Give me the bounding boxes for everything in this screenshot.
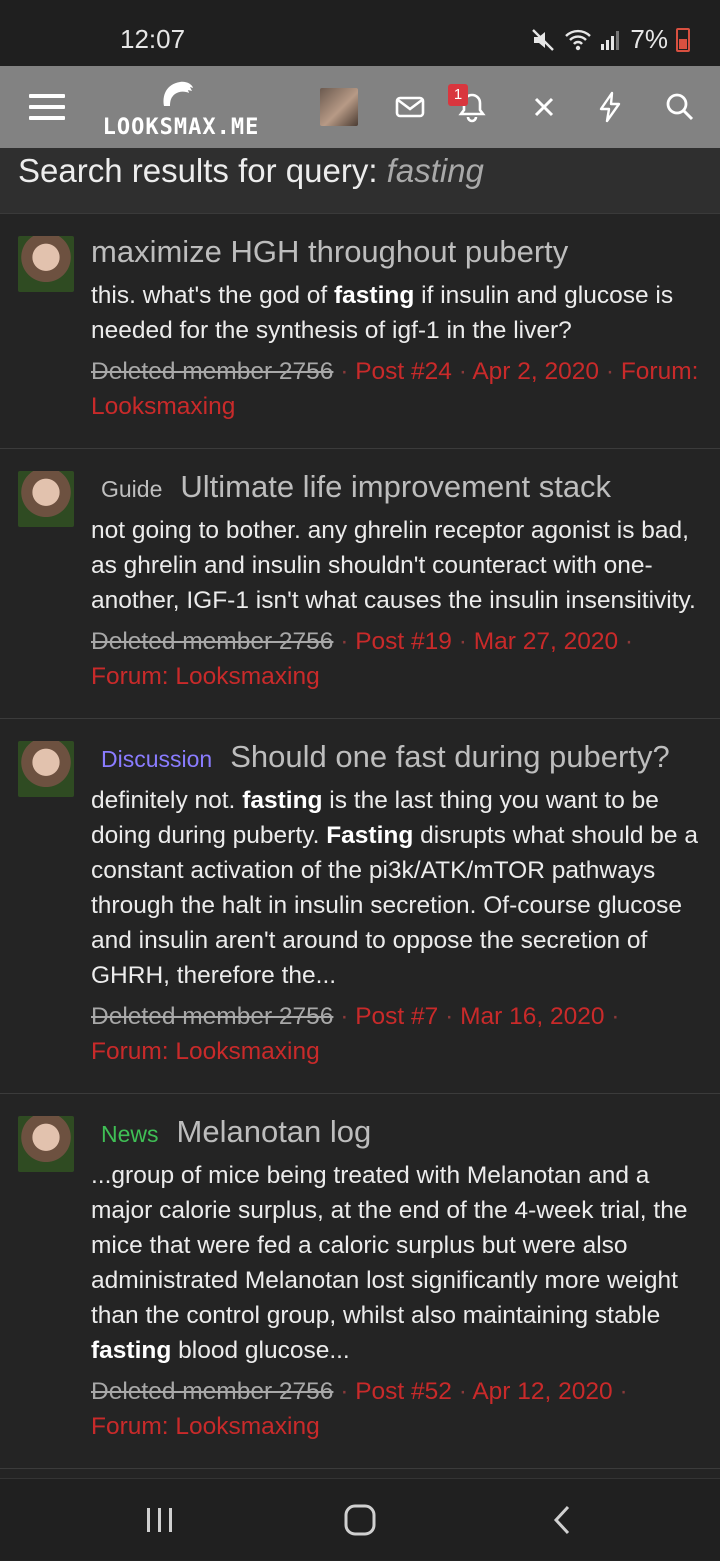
author-avatar[interactable] xyxy=(18,471,74,527)
result-meta: Deleted member 2756 · Post #7 · Mar 16, … xyxy=(91,999,702,1069)
mail-icon[interactable] xyxy=(390,66,430,148)
meta-separator: · xyxy=(333,1378,356,1405)
post-number-link[interactable]: Post #52 xyxy=(355,1378,452,1405)
app-bar: LOOKSMAX.ME 1 xyxy=(0,66,720,148)
meta-separator: · xyxy=(333,358,356,385)
search-icon[interactable] xyxy=(660,66,700,148)
notification-badge: 1 xyxy=(448,84,468,106)
post-date[interactable]: Apr 2, 2020 xyxy=(472,358,599,385)
battery-icon xyxy=(676,27,690,52)
wifi-icon xyxy=(564,28,592,52)
logo-hair-icon xyxy=(163,81,193,106)
logo-text: LOOKSMAX.ME xyxy=(102,115,260,140)
result-title-row: maximize HGH throughout puberty xyxy=(91,234,702,272)
author-name[interactable]: Deleted member 2756 xyxy=(91,628,333,655)
snippet-text: not going to bother. any ghrelin recepto… xyxy=(91,517,696,614)
result-snippet: ...group of mice being treated with Mela… xyxy=(91,1158,702,1368)
snippet-highlight: Fasting xyxy=(326,822,414,849)
author-avatar[interactable] xyxy=(18,741,74,797)
thread-prefix-label[interactable]: Discussion xyxy=(101,746,212,773)
search-result-item[interactable]: maximize HGH throughout puberty this. wha… xyxy=(0,214,720,449)
result-meta: Deleted member 2756 · Post #52 · Apr 12,… xyxy=(91,1374,702,1444)
bell-icon[interactable] xyxy=(450,66,494,148)
site-logo[interactable]: LOOKSMAX.ME xyxy=(96,76,266,140)
snippet-text: blood glucose... xyxy=(171,1337,350,1364)
system-nav-bar xyxy=(0,1478,720,1560)
thread-title-link[interactable]: maximize HGH throughout puberty xyxy=(91,234,568,270)
signal-icon xyxy=(600,29,622,51)
search-result-item[interactable]: Discussion Should one fast during puberty… xyxy=(0,719,720,1094)
author-avatar[interactable] xyxy=(18,1116,74,1172)
result-meta: Deleted member 2756 · Post #19 · Mar 27,… xyxy=(91,624,702,694)
search-query: fasting xyxy=(386,152,484,189)
result-title-row: Guide Ultimate life improvement stack xyxy=(91,469,702,507)
menu-icon[interactable] xyxy=(22,66,72,148)
back-icon[interactable] xyxy=(532,1479,592,1561)
snippet-text: definitely not. xyxy=(91,787,243,814)
result-title-row: Discussion Should one fast during puberty… xyxy=(91,739,702,777)
meta-separator: · xyxy=(451,628,474,655)
status-bar: 12:07 7% xyxy=(0,0,720,66)
forum-link[interactable]: Forum: Looksmaxing xyxy=(91,1038,320,1065)
post-number-link[interactable]: Post #7 xyxy=(355,1003,438,1030)
snippet-highlight: fasting xyxy=(242,787,323,814)
snippet-highlight: fasting xyxy=(91,1337,172,1364)
forum-link[interactable]: Forum: Looksmaxing xyxy=(91,1413,320,1440)
home-icon[interactable] xyxy=(330,1479,390,1561)
author-avatar[interactable] xyxy=(18,236,74,292)
author-name[interactable]: Deleted member 2756 xyxy=(91,358,333,385)
post-number-link[interactable]: Post #24 xyxy=(355,358,452,385)
meta-separator: · xyxy=(451,1378,473,1405)
thread-title-link[interactable]: Should one fast during puberty? xyxy=(230,739,669,775)
search-result-item[interactable]: Guide Ultimate life improvement stack not … xyxy=(0,449,720,719)
forum-link[interactable]: Forum: Looksmaxing xyxy=(91,663,320,690)
meta-separator: · xyxy=(599,358,621,385)
result-snippet: definitely not. fasting is the last thin… xyxy=(91,783,702,993)
search-result-item[interactable]: News Melanotan log ...group of mice being … xyxy=(0,1094,720,1469)
search-results-list: maximize HGH throughout puberty this. wha… xyxy=(0,214,720,1469)
snippet-text: ...group of mice being treated with Mela… xyxy=(91,1162,688,1329)
battery-text: 7% xyxy=(630,24,668,54)
thread-title-link[interactable]: Melanotan log xyxy=(177,1114,372,1150)
result-snippet: not going to bother. any ghrelin recepto… xyxy=(91,513,702,618)
thread-prefix-label[interactable]: News xyxy=(101,1121,159,1148)
author-name[interactable]: Deleted member 2756 xyxy=(91,1003,333,1030)
recents-icon[interactable] xyxy=(130,1479,190,1561)
page-title-prefix: Search results for query: xyxy=(18,152,378,189)
post-date[interactable]: Mar 27, 2020 xyxy=(474,628,618,655)
result-title-row: News Melanotan log xyxy=(91,1114,702,1152)
meta-separator: · xyxy=(612,1378,628,1405)
mute-icon xyxy=(530,27,556,53)
meta-separator: · xyxy=(604,1003,620,1030)
post-number-link[interactable]: Post #19 xyxy=(355,628,452,655)
page-header: Search results for query: fasting xyxy=(0,148,720,214)
thread-prefix-label[interactable]: Guide xyxy=(101,476,162,503)
meta-separator: · xyxy=(333,628,356,655)
close-icon[interactable] xyxy=(526,66,562,148)
page-title: Search results for query: fasting xyxy=(18,152,484,190)
result-meta: Deleted member 2756 · Post #24 · Apr 2, … xyxy=(91,354,702,424)
snippet-text: this. what's the god of xyxy=(91,282,335,309)
author-name[interactable]: Deleted member 2756 xyxy=(91,1378,333,1405)
status-icons: 7% xyxy=(530,24,690,55)
result-snippet: this. what's the god of fasting if insul… xyxy=(91,278,702,348)
bolt-icon[interactable] xyxy=(592,66,628,148)
snippet-highlight: fasting xyxy=(334,282,415,309)
post-date[interactable]: Mar 16, 2020 xyxy=(460,1003,604,1030)
meta-separator: · xyxy=(451,358,473,385)
meta-separator: · xyxy=(618,628,634,655)
meta-separator: · xyxy=(438,1003,461,1030)
user-avatar[interactable] xyxy=(320,88,358,126)
meta-separator: · xyxy=(333,1003,356,1030)
status-time: 12:07 xyxy=(120,24,186,54)
post-date[interactable]: Apr 12, 2020 xyxy=(472,1378,612,1405)
thread-title-link[interactable]: Ultimate life improvement stack xyxy=(180,469,611,505)
